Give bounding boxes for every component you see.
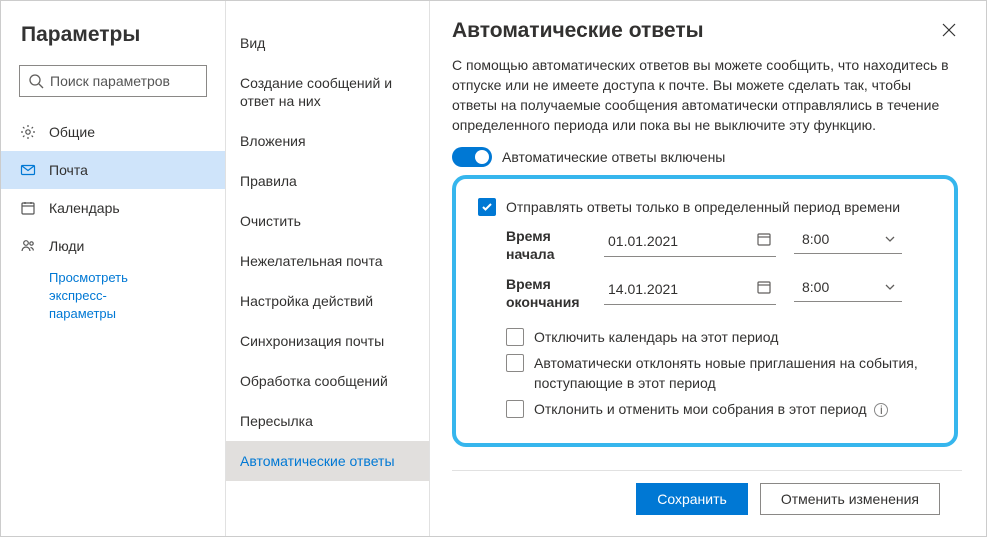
end-time-picker[interactable]: 8:00 [794,275,902,302]
submenu-layout[interactable]: Вид [226,23,429,63]
submenu-sync[interactable]: Синхронизация почты [226,321,429,361]
nav-general[interactable]: Общие [1,113,225,151]
people-icon [19,237,37,255]
cancel-meetings-label: Отклонить и отменить мои собрания в этот… [534,399,932,419]
send-period-checkbox[interactable] [478,198,496,216]
cancel-meetings-checkbox[interactable] [506,400,524,418]
autoreply-toggle-label: Автоматические ответы включены [502,149,725,165]
nav-general-label: Общие [49,124,95,140]
submenu-autoreply[interactable]: Автоматические ответы [226,441,429,481]
submenu-handling[interactable]: Обработка сообщений [226,361,429,401]
chevron-down-icon [884,281,896,293]
settings-title: Параметры [1,13,225,65]
nav-people[interactable]: Люди [1,227,225,265]
decline-invites-label: Автоматически отклонять новые приглашени… [534,353,932,393]
end-date-value: 14.01.2021 [608,281,678,297]
submenu-attachments[interactable]: Вложения [226,121,429,161]
check-icon [481,201,493,213]
submenu-rules[interactable]: Правила [226,161,429,201]
chevron-down-icon [884,233,896,245]
start-time-label: Время начала [506,227,586,263]
block-calendar-checkbox[interactable] [506,328,524,346]
search-placeholder-text: Поиск параметров [50,73,170,89]
nav-mail-label: Почта [49,162,88,178]
nav-people-label: Люди [49,238,84,254]
search-settings-input[interactable]: Поиск параметров [19,65,207,97]
start-date-picker[interactable]: 01.01.2021 [604,227,776,257]
nav-calendar[interactable]: Календарь [1,189,225,227]
submenu-forwarding[interactable]: Пересылка [226,401,429,441]
panel-title: Автоматические ответы [452,19,704,43]
calendar-icon [19,199,37,217]
time-period-highlight: Отправлять ответы только в определенный … [452,175,958,447]
panel-footer: Сохранить Отменить изменения [452,470,962,526]
save-button[interactable]: Сохранить [636,483,748,515]
cancel-button[interactable]: Отменить изменения [760,483,940,515]
autoreply-panel: Автоматические ответы С помощью автомати… [430,1,986,536]
nav-calendar-label: Календарь [49,200,120,216]
end-time-label: Время окончания [506,275,586,311]
start-time-picker[interactable]: 8:00 [794,227,902,254]
submenu-sweep[interactable]: Очистить [226,201,429,241]
search-icon [28,73,44,89]
start-time-value: 8:00 [802,231,829,247]
submenu-actions[interactable]: Настройка действий [226,281,429,321]
panel-description: С помощью автоматических ответов вы може… [452,55,958,135]
gear-icon [19,123,37,141]
send-period-label: Отправлять ответы только в определенный … [506,197,932,217]
submenu-junk[interactable]: Нежелательная почта [226,241,429,281]
calendar-picker-icon [756,279,772,298]
end-date-picker[interactable]: 14.01.2021 [604,275,776,305]
autoreply-toggle[interactable] [452,147,492,167]
settings-sidebar: Параметры Поиск параметров Общие Почта К… [1,1,226,536]
end-time-value: 8:00 [802,279,829,295]
close-icon [942,23,956,37]
decline-invites-checkbox[interactable] [506,354,524,372]
calendar-picker-icon [756,231,772,250]
nav-mail[interactable]: Почта [1,151,225,189]
quick-settings-link[interactable]: Просмотреть экспресс- параметры [1,265,225,323]
close-button[interactable] [936,19,962,44]
submenu-compose[interactable]: Создание сообщений и ответ на них [226,63,429,121]
mail-icon [19,161,37,179]
info-icon[interactable]: i [874,403,888,417]
block-calendar-label: Отключить календарь на этот период [534,327,932,347]
mail-submenu: Вид Создание сообщений и ответ на них Вл… [226,1,430,536]
start-date-value: 01.01.2021 [608,233,678,249]
